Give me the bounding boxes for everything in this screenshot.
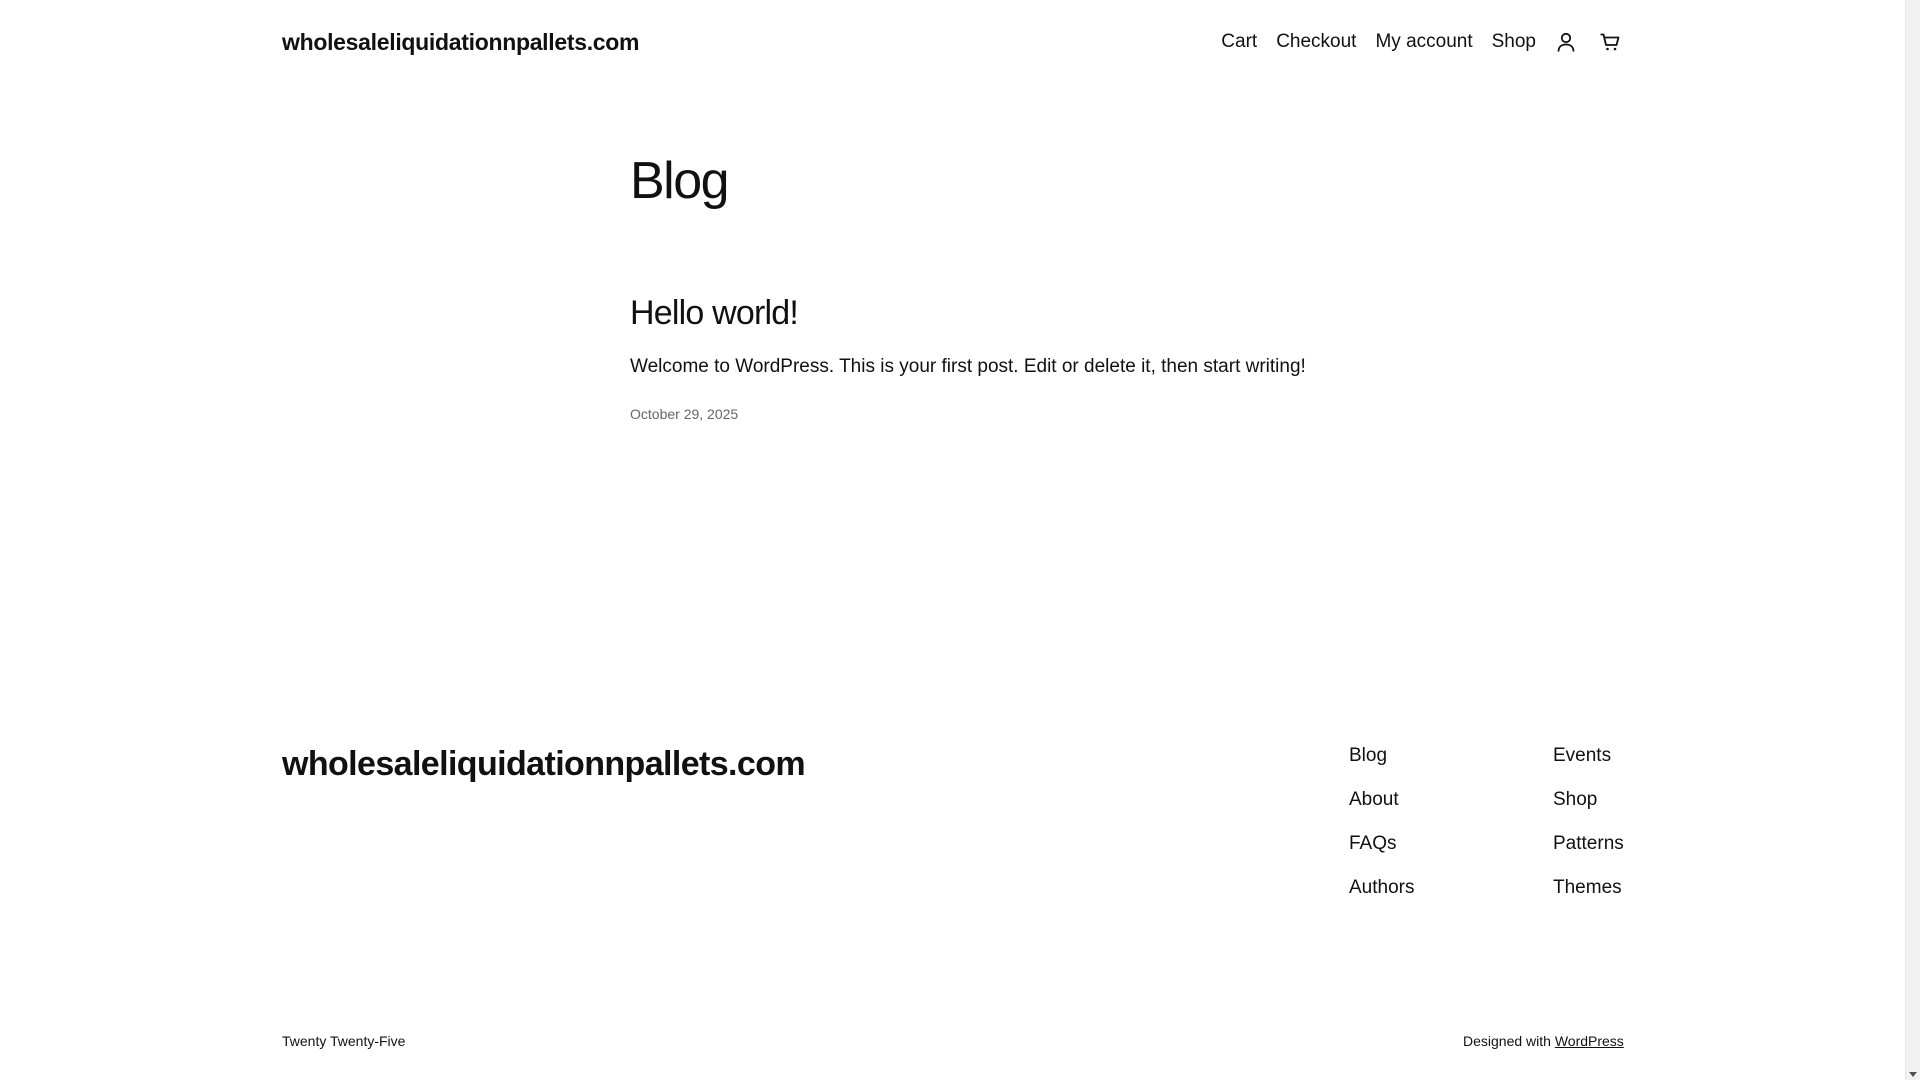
post-item: Hello world! Welcome to WordPress. This … — [630, 292, 1330, 422]
footer-link-authors[interactable]: Authors — [1349, 876, 1414, 900]
footer-link-themes[interactable]: Themes — [1553, 876, 1624, 900]
vertical-scrollbar[interactable] — [1905, 0, 1920, 1080]
site-header: wholesaleliquidationnpallets.com Cart Ch… — [282, 0, 1622, 84]
wordpress-link[interactable]: WordPress — [1555, 1033, 1624, 1049]
theme-credit: Twenty Twenty-Five — [282, 1033, 406, 1049]
nav-my-account[interactable]: My account — [1375, 31, 1472, 53]
page-title: Blog — [630, 152, 730, 210]
site-title-link[interactable]: wholesaleliquidationnpallets.com — [282, 29, 639, 56]
footer-link-events[interactable]: Events — [1553, 744, 1624, 768]
nav-checkout[interactable]: Checkout — [1276, 31, 1356, 53]
cart-icon[interactable] — [1598, 30, 1622, 54]
nav-shop[interactable]: Shop — [1492, 31, 1536, 53]
footer-link-about[interactable]: About — [1349, 788, 1414, 812]
user-icon[interactable] — [1554, 30, 1578, 54]
footer-site-title[interactable]: wholesaleliquidationnpallets.com — [282, 742, 806, 786]
main-nav: Cart Checkout My account Shop — [1202, 30, 1622, 54]
post-date-link[interactable]: October 29, 2025 — [630, 406, 1330, 422]
post-excerpt: Welcome to WordPress. This is your first… — [630, 356, 1306, 377]
designed-with-text: Designed with — [1463, 1033, 1551, 1049]
page: wholesaleliquidationnpallets.com Cart Ch… — [0, 0, 1905, 1080]
main-content: Blog Hello world! Welcome to WordPress. … — [630, 150, 1330, 422]
footer-link-shop[interactable]: Shop — [1553, 788, 1624, 812]
nav-cart[interactable]: Cart — [1221, 31, 1257, 53]
footer-link-blog[interactable]: Blog — [1349, 744, 1414, 768]
scroll-down-arrow-icon[interactable] — [1909, 1072, 1917, 1077]
post-title-link[interactable]: Hello world! — [630, 292, 1330, 334]
footer-link-faqs[interactable]: FAQs — [1349, 832, 1414, 856]
footer-link-patterns[interactable]: Patterns — [1553, 832, 1624, 856]
footer-nav-column-1: Blog About FAQs Authors — [1349, 744, 1414, 920]
designed-with-credit: Designed with WordPress — [1463, 1033, 1624, 1049]
footer-nav-column-2: Events Shop Patterns Themes — [1553, 744, 1624, 920]
